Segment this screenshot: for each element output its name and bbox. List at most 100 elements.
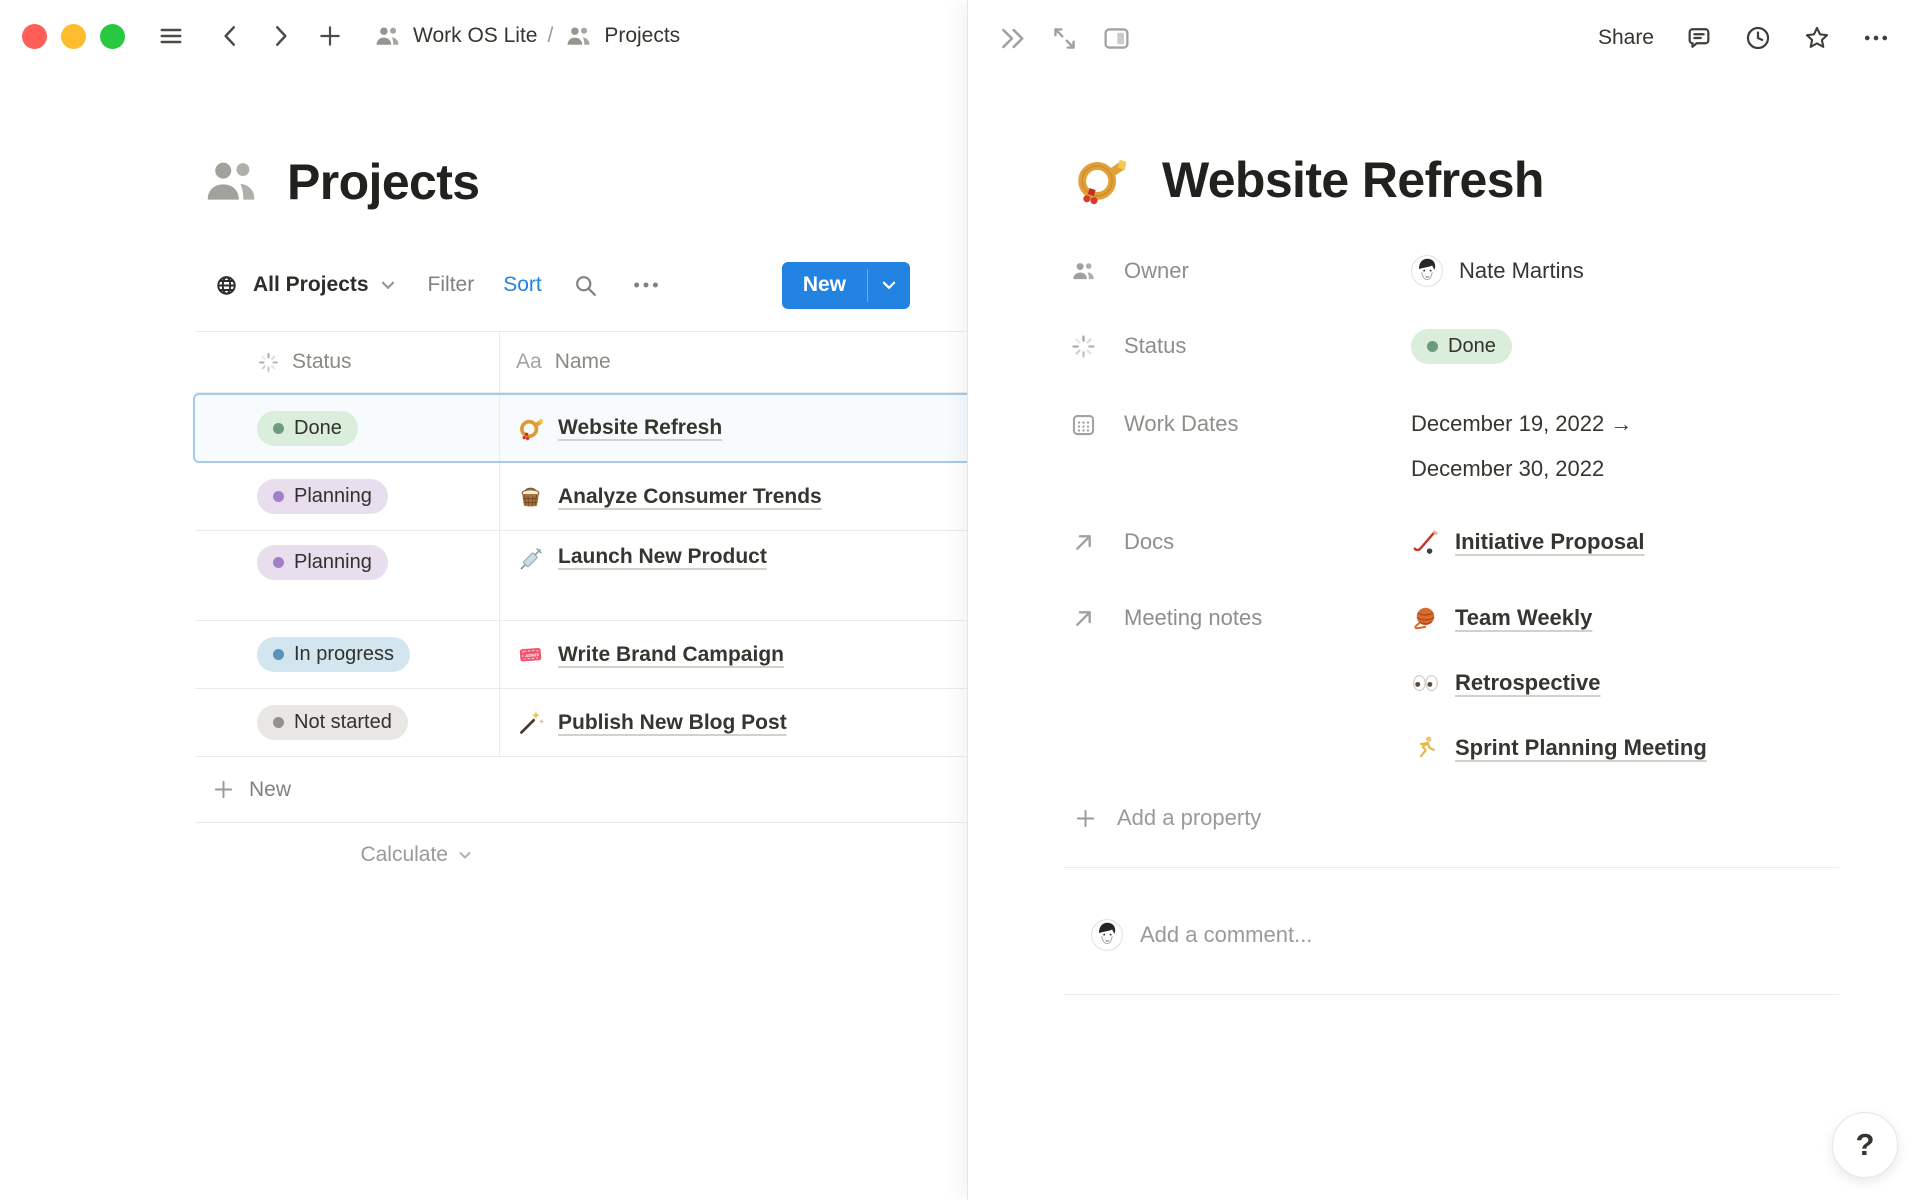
table-row[interactable]: Done Website Refresh: [193, 393, 968, 463]
add-property-button[interactable]: Add a property: [1074, 794, 1920, 842]
share-button[interactable]: Share: [1598, 26, 1654, 50]
panel-toolbar: Share: [968, 0, 1920, 60]
chevron-down-icon: [880, 276, 898, 294]
comment-input[interactable]: [1140, 922, 1740, 948]
database-title[interactable]: Projects: [287, 153, 480, 211]
status-cell[interactable]: Planning: [195, 531, 499, 620]
zoom-window-button[interactable]: [100, 24, 125, 49]
breadcrumb-page[interactable]: Projects: [604, 24, 680, 48]
postal-horn-emoji[interactable]: [1070, 150, 1130, 210]
name-cell[interactable]: Publish New Blog Post: [499, 689, 968, 756]
status-property-label[interactable]: Status: [1070, 323, 1411, 369]
page-title-block: Website Refresh: [1070, 150, 1920, 210]
plus-icon: [1074, 807, 1097, 830]
property-row-docs: Docs Initiative Proposal: [1070, 519, 1920, 565]
work-dates-value[interactable]: December 19, 2022 → December 30, 2022: [1411, 401, 1920, 491]
arrow-up-right-icon: [1070, 529, 1097, 556]
back-icon[interactable]: [217, 23, 243, 49]
table-row[interactable]: Planning Analyze Consumer Trends: [195, 463, 968, 531]
meeting-notes-property-label[interactable]: Meeting notes: [1070, 595, 1411, 641]
favorite-star-icon[interactable]: [1803, 24, 1831, 52]
related-page-link[interactable]: Initiative Proposal: [1411, 519, 1920, 565]
owner-property-label[interactable]: Owner: [1070, 248, 1411, 294]
page-link[interactable]: Launch New Product: [558, 545, 767, 569]
comments-icon[interactable]: [1685, 24, 1713, 52]
database-people-icon[interactable]: [200, 151, 262, 213]
add-property-label: Add a property: [1117, 805, 1261, 831]
name-cell[interactable]: Website Refresh: [499, 395, 968, 461]
field-hockey-emoji: [1411, 528, 1440, 557]
name-cell[interactable]: Analyze Consumer Trends: [499, 463, 968, 530]
yarn-emoji: [1411, 604, 1440, 633]
forward-icon[interactable]: [268, 23, 294, 49]
window-controls: [22, 24, 125, 49]
minimize-window-button[interactable]: [61, 24, 86, 49]
status-label-text: Status: [1124, 333, 1186, 359]
avatar: [1411, 255, 1443, 287]
page-link[interactable]: Analyze Consumer Trends: [558, 485, 822, 509]
status-pill: Planning: [257, 479, 388, 514]
view-selector[interactable]: All Projects: [253, 273, 369, 297]
side-peek-mode-icon[interactable]: [1102, 24, 1131, 53]
name-column-header[interactable]: Aa Name: [499, 332, 968, 392]
doc-link-title: Initiative Proposal: [1455, 529, 1645, 555]
status-dot: [273, 491, 284, 502]
status-header-label: Status: [292, 350, 352, 374]
breadcrumb-workspace[interactable]: Work OS Lite: [413, 24, 537, 48]
table-row[interactable]: Planning Launch New Product: [195, 531, 968, 621]
more-options-icon[interactable]: [631, 270, 661, 300]
runner-emoji: [1411, 734, 1440, 763]
new-page-icon[interactable]: [317, 23, 343, 49]
work-dates-property-label[interactable]: Work Dates: [1070, 401, 1411, 447]
close-peek-icon[interactable]: [998, 24, 1027, 53]
help-button[interactable]: ?: [1832, 1112, 1898, 1178]
arrow-up-right-icon: [1070, 605, 1097, 632]
status-cell[interactable]: Planning: [195, 463, 499, 530]
globe-icon: [215, 274, 238, 297]
name-cell[interactable]: ADMIT Write Brand Campaign: [499, 621, 968, 688]
search-icon[interactable]: [573, 273, 598, 298]
status-spinner-icon: [257, 351, 280, 374]
meeting-notes-value: Team Weekly Retrospective Sprint Plannin…: [1411, 595, 1920, 771]
hamburger-menu-icon[interactable]: [158, 23, 184, 49]
status-text: Planning: [294, 551, 372, 574]
side-peek-panel: Share Website Refresh Owner Nate Martin: [968, 0, 1920, 1200]
close-window-button[interactable]: [22, 24, 47, 49]
table-row[interactable]: Not started Publish New Blog Post: [195, 689, 968, 757]
new-dropdown-button[interactable]: [868, 262, 910, 309]
related-page-link[interactable]: Team Weekly: [1411, 595, 1920, 641]
table-row[interactable]: In progress ADMIT Write Brand Campaign: [195, 621, 968, 689]
more-options-icon[interactable]: [1862, 24, 1890, 52]
status-column-header[interactable]: Status: [195, 332, 499, 392]
expand-page-icon[interactable]: [1050, 24, 1079, 53]
calculate-button[interactable]: Calculate: [195, 823, 499, 887]
sort-button[interactable]: Sort: [503, 273, 542, 297]
status-cell[interactable]: In progress: [195, 621, 499, 688]
status-cell[interactable]: Done: [195, 395, 499, 461]
status-dot: [273, 717, 284, 728]
view-chevron-down-icon[interactable]: [379, 276, 397, 294]
workspace-people-icon: [373, 22, 402, 51]
work-dates-label-text: Work Dates: [1124, 411, 1239, 437]
history-clock-icon[interactable]: [1744, 24, 1772, 52]
filter-button[interactable]: Filter: [428, 273, 475, 297]
status-cell[interactable]: Not started: [195, 689, 499, 756]
section-divider: [1064, 867, 1839, 868]
page-link[interactable]: Write Brand Campaign: [558, 643, 784, 667]
page-link[interactable]: Publish New Blog Post: [558, 711, 787, 735]
name-cell[interactable]: Launch New Product: [499, 531, 968, 620]
docs-property-label[interactable]: Docs: [1070, 519, 1411, 565]
status-pill: Planning: [257, 545, 388, 580]
page-title[interactable]: Website Refresh: [1162, 151, 1544, 209]
date-range-end: December 30, 2022: [1411, 446, 1920, 491]
related-page-link[interactable]: Retrospective: [1411, 660, 1920, 706]
basket-emoji: [516, 482, 545, 511]
status-pill: In progress: [257, 637, 410, 672]
new-button[interactable]: New: [782, 262, 867, 309]
status-value[interactable]: Done: [1411, 323, 1920, 369]
owner-value[interactable]: Nate Martins: [1411, 248, 1920, 294]
postal-horn-emoji: [516, 414, 545, 443]
page-link[interactable]: Website Refresh: [558, 416, 722, 440]
new-row-button[interactable]: New: [195, 757, 968, 823]
related-page-link[interactable]: Sprint Planning Meeting: [1411, 725, 1920, 771]
